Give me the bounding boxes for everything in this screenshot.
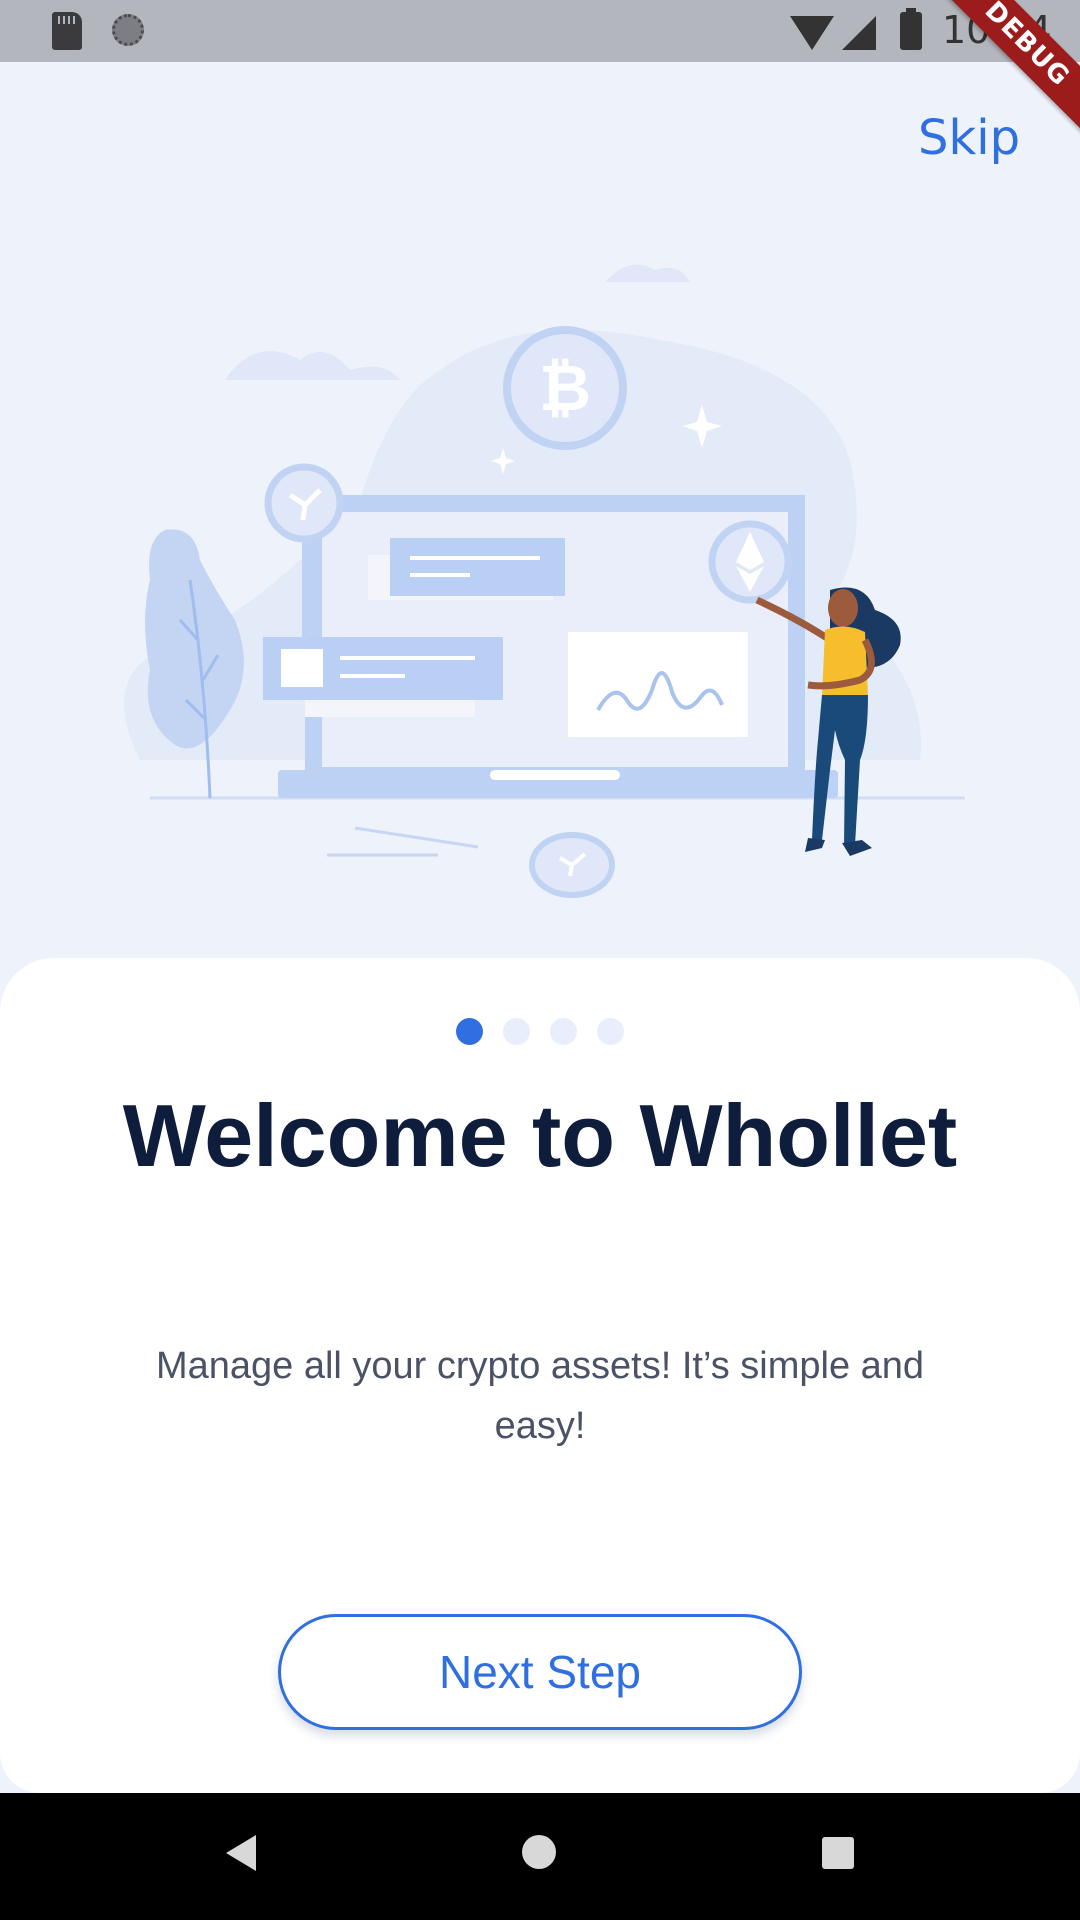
back-icon[interactable] xyxy=(226,1835,256,1871)
system-nav-bar xyxy=(0,1793,1080,1920)
woman-head xyxy=(828,589,858,627)
battery-icon xyxy=(900,8,922,50)
next-step-button[interactable]: Next Step xyxy=(278,1614,802,1730)
screen-card-image xyxy=(281,649,323,687)
cloud-shape xyxy=(225,351,400,380)
onboarding-title: Welcome to Whollet xyxy=(122,1086,958,1185)
sync-icon xyxy=(112,14,144,46)
woman-shoe xyxy=(842,840,872,856)
chart-card xyxy=(568,632,748,737)
bitcoin-icon: ₿ xyxy=(539,352,591,426)
onboarding-screen: 10:24 DEBUG Skip ₿ xyxy=(0,0,1080,1920)
page-dot[interactable] xyxy=(550,1018,577,1045)
onboarding-card: Welcome to Whollet Manage all your crypt… xyxy=(0,958,1080,1793)
floor-line xyxy=(354,826,479,849)
page-dot[interactable] xyxy=(597,1018,624,1045)
status-bar: 10:24 xyxy=(0,0,1080,62)
screen-card xyxy=(390,538,565,596)
skip-button[interactable]: Skip xyxy=(918,110,1020,166)
laptop-notch xyxy=(490,770,620,780)
recent-apps-icon[interactable] xyxy=(822,1837,854,1869)
page-dot[interactable] xyxy=(503,1018,530,1045)
crypto-illustration: ₿ xyxy=(124,264,965,898)
home-icon[interactable] xyxy=(522,1835,556,1869)
sd-card-icon xyxy=(52,12,82,50)
cloud-shape xyxy=(605,264,690,282)
page-indicator xyxy=(0,1018,1080,1045)
wifi-icon xyxy=(790,16,834,50)
woman-legs xyxy=(812,695,868,845)
woman-shoe xyxy=(805,838,825,852)
onboarding-subtitle: Manage all your crypto assets! It’s simp… xyxy=(155,1345,925,1447)
page-dot-active[interactable] xyxy=(456,1018,483,1045)
signal-icon xyxy=(842,16,876,50)
